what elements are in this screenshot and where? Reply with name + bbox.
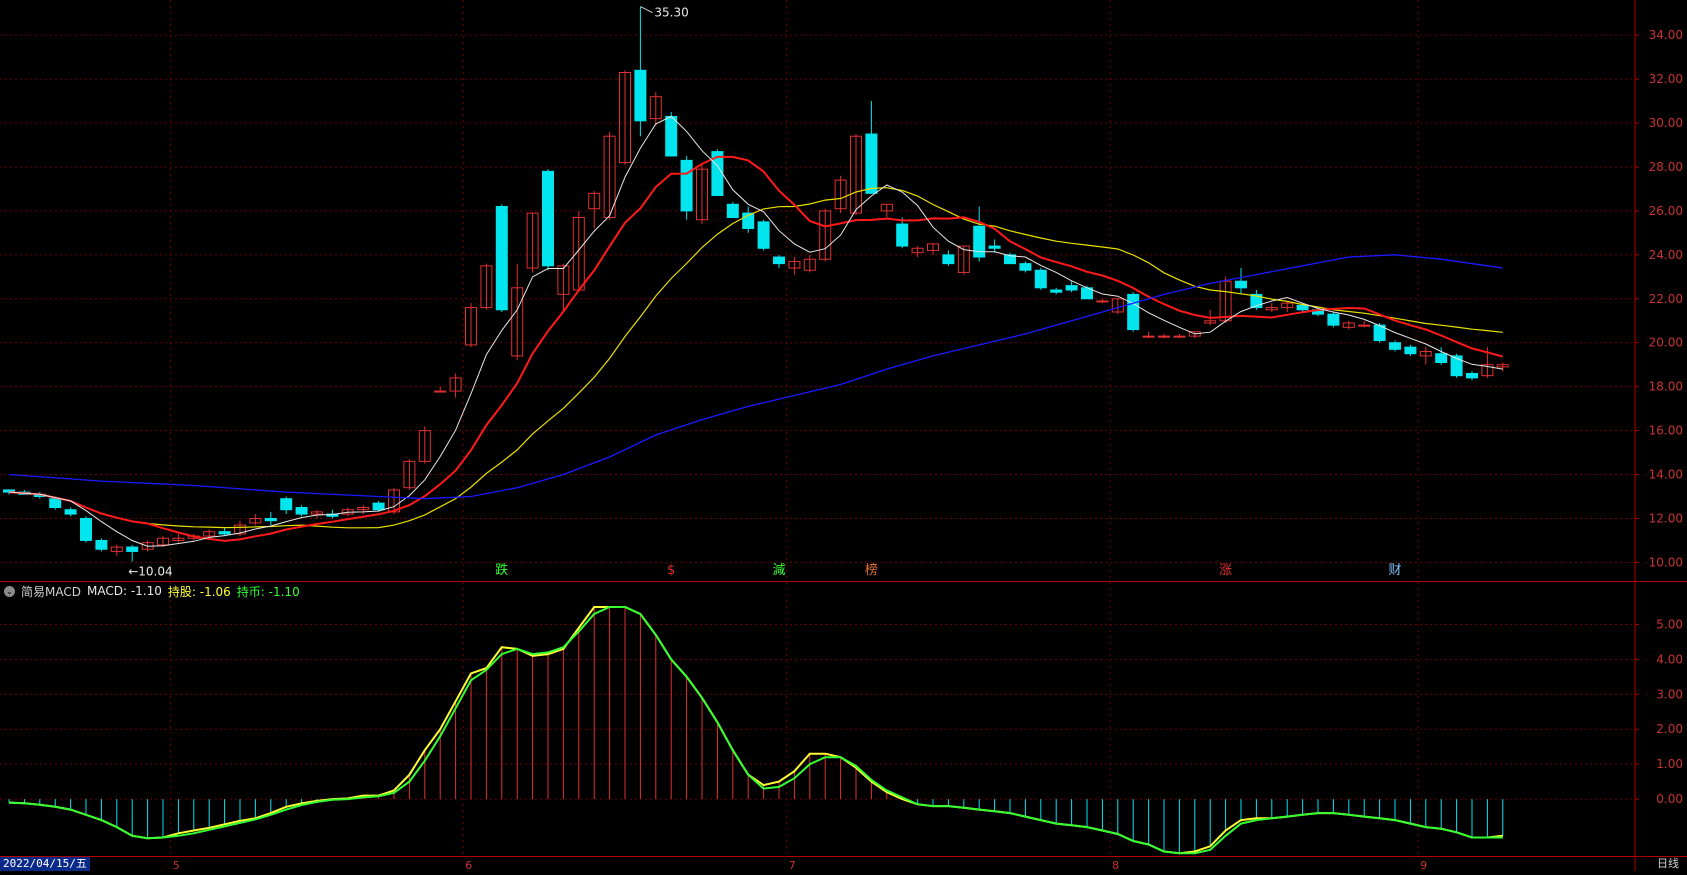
month-label: 6: [465, 859, 472, 871]
ma10-line: [8, 155, 1504, 542]
candle-down[interactable]: [1389, 342, 1401, 350]
price-tick-label: 18.00: [1649, 380, 1683, 394]
candle-down[interactable]: [64, 509, 77, 515]
event-marker: 财: [1388, 563, 1401, 578]
macd-tick-label: 5.00: [1656, 617, 1683, 631]
price-tick-label: 12.00: [1649, 511, 1683, 525]
min-price-label: ←10.04: [128, 565, 172, 579]
price-tick-label: 32.00: [1649, 72, 1683, 86]
candle-up[interactable]: [1096, 300, 1109, 303]
candle-down[interactable]: [757, 221, 770, 249]
candle-down[interactable]: [372, 502, 385, 511]
event-marker: 減: [772, 562, 785, 578]
candle-down[interactable]: [1404, 346, 1417, 355]
max-price-label: 35.30: [654, 6, 688, 20]
hold-line: [8, 606, 1503, 855]
stock-chart[interactable]: 34.00 32.00 30.00 28.00 26.00 24.00 22.00 20.00…: [0, 0, 1687, 872]
period-label[interactable]: 日线: [1657, 857, 1679, 871]
candle-down[interactable]: [973, 225, 986, 258]
candle-down[interactable]: [1019, 263, 1032, 271]
candle-down[interactable]: [680, 159, 693, 212]
macd-tick-label: 4.00: [1656, 652, 1683, 666]
candle-down[interactable]: [896, 223, 909, 247]
price-tick-label: 14.00: [1649, 468, 1683, 482]
month-label: 5: [173, 859, 180, 871]
hold-value: 持股: -1.06: [167, 584, 231, 599]
price-tick-label: 24.00: [1649, 248, 1683, 262]
macd-tick-label: 2.00: [1656, 722, 1683, 736]
indicator-name[interactable]: 简易MACD: [21, 583, 81, 600]
candle-down[interactable]: [773, 256, 785, 265]
event-marker: 跌: [495, 562, 508, 578]
max-marker: [640, 6, 653, 14]
candle-down[interactable]: [665, 115, 678, 157]
candle-down[interactable]: [1235, 280, 1247, 289]
price-tick-label: 10.00: [1649, 555, 1683, 569]
event-marker: 榜: [865, 562, 878, 578]
ma20-line: [8, 187, 1503, 529]
price-tick-label: 20.00: [1649, 336, 1683, 350]
month-label: 9: [1420, 859, 1427, 871]
candle-down[interactable]: [1127, 293, 1140, 331]
indicator-toggle-icon[interactable]: ⌄: [4, 585, 15, 597]
price-tick-label: 26.00: [1649, 204, 1683, 218]
candle-down[interactable]: [542, 170, 554, 267]
candle-down[interactable]: [1466, 372, 1478, 379]
candle-up[interactable]: [1173, 335, 1186, 338]
candle-up[interactable]: [1358, 324, 1371, 327]
event-marker: $: [667, 563, 675, 578]
ma60-line: [8, 254, 1503, 500]
candle-down[interactable]: [1435, 353, 1448, 364]
price-tick-label: 16.00: [1649, 424, 1683, 438]
candle-down[interactable]: [495, 206, 508, 311]
candle-down[interactable]: [942, 254, 955, 265]
coin-line: [8, 606, 1503, 855]
price-tick-label: 34.00: [1649, 28, 1683, 42]
event-marker: 涨: [1219, 563, 1232, 578]
candle-down[interactable]: [988, 245, 1001, 249]
candle-down[interactable]: [295, 507, 308, 515]
candle-down[interactable]: [634, 69, 647, 122]
cursor-date-box: 2022/04/15/五: [0, 857, 90, 871]
candle-up[interactable]: [1142, 335, 1155, 338]
candle-down[interactable]: [1065, 285, 1078, 291]
candle-down[interactable]: [1296, 304, 1309, 311]
candle-down[interactable]: [1050, 289, 1063, 293]
candle-down[interactable]: [218, 531, 231, 535]
price-tick-label: 30.00: [1649, 116, 1683, 130]
candle-up[interactable]: [1158, 335, 1170, 338]
candle-down[interactable]: [865, 133, 878, 194]
candle-down[interactable]: [264, 517, 277, 522]
coin-value: 持币: -1.10: [236, 584, 300, 599]
candle-down[interactable]: [80, 517, 92, 541]
candle-down[interactable]: [280, 498, 293, 511]
price-tick-label: 22.00: [1649, 292, 1683, 306]
candle-down[interactable]: [1327, 313, 1340, 326]
candle-down[interactable]: [726, 203, 739, 218]
month-label: 8: [1112, 859, 1119, 871]
macd-value: MACD: -1.10: [86, 584, 162, 598]
candle-up[interactable]: [434, 390, 447, 393]
candle-down[interactable]: [49, 498, 62, 509]
macd-tick-label: 0.00: [1656, 792, 1683, 806]
candle-down[interactable]: [95, 539, 108, 550]
chart-canvas[interactable]: 34.00 32.00 30.00 28.00 26.00 24.00 22.00 20.00…: [0, 0, 1687, 872]
price-tick-label: 28.00: [1649, 160, 1683, 174]
month-label: 7: [789, 859, 796, 871]
macd-tick-label: 3.00: [1656, 687, 1683, 701]
candle-down[interactable]: [126, 546, 139, 552]
ma5-line: [8, 115, 1503, 547]
indicator-header: ⌄ 简易MACD MACD: -1.10 持股: -1.06 持币: -1.10: [4, 582, 300, 600]
candle-down[interactable]: [1034, 269, 1047, 289]
macd-tick-label: 1.00: [1656, 757, 1683, 771]
